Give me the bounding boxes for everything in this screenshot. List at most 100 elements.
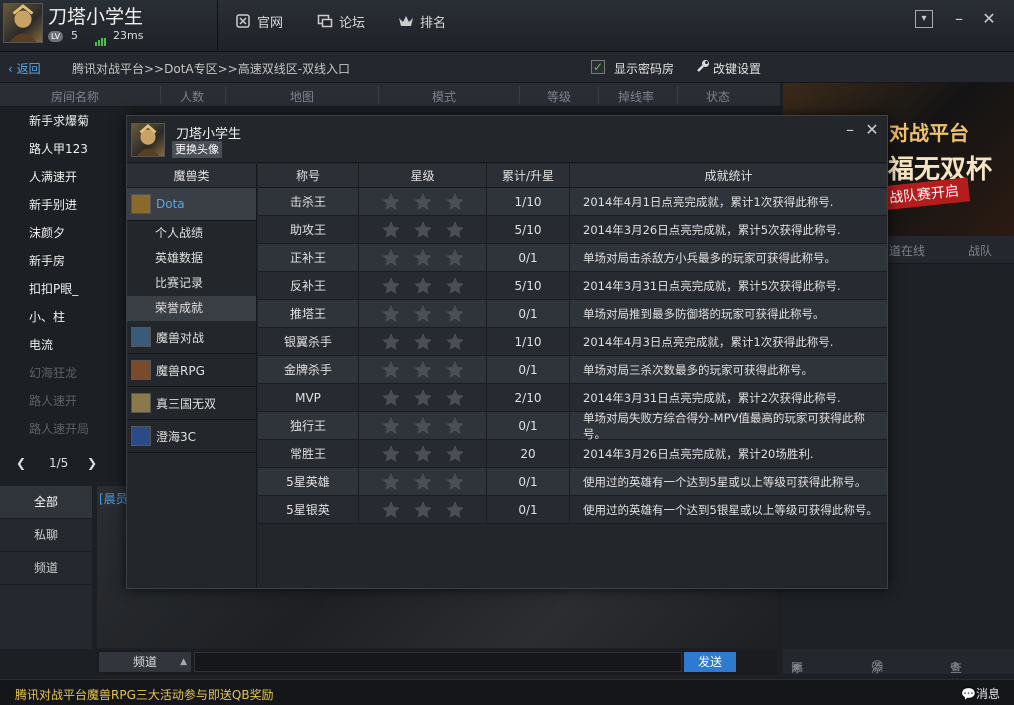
column-header-status[interactable]: 状态 [706, 88, 730, 105]
honor-title: 反补王 [258, 272, 359, 299]
honor-description: 2014年3月26日点亮完成就，累计20场胜利. [583, 446, 814, 461]
category-title: 魔兽类 [127, 164, 256, 188]
column-header-mode[interactable]: 模式 [432, 88, 456, 105]
star-icon [445, 193, 464, 211]
table-row[interactable]: 金牌杀手 0/1 单场对局三杀次数最多的玩家可获得此称号。 [258, 356, 887, 384]
chat-bubble-icon: 💬 [961, 687, 976, 701]
honor-description: 2014年4月3日点亮完成就，累计1次获得此称号. [583, 334, 834, 349]
dialog-minimize-button[interactable]: – [842, 120, 858, 139]
user-avatar[interactable] [3, 3, 43, 43]
table-row[interactable]: 击杀王 1/10 2014年4月1日点亮完成就，累计1次获得此称号. [258, 188, 887, 216]
dropdown-menu-button[interactable]: ▾ [915, 10, 933, 28]
honor-title: 推塔王 [258, 300, 359, 327]
star-icon [413, 389, 432, 407]
column-header-map[interactable]: 地图 [290, 88, 314, 105]
nav-official-site[interactable]: 官网 [235, 10, 283, 32]
star-icon [381, 333, 400, 351]
column-header-stars: 星级 [359, 164, 487, 187]
game-label: 魔兽RPG [156, 363, 205, 378]
nav-forum[interactable]: 论坛 [317, 10, 365, 32]
prev-page-button[interactable]: ❮ [16, 456, 26, 470]
honor-description: 单场对局失败方综合得分-MPV值最高的玩家可获得此称号。 [583, 410, 865, 441]
room-list-item[interactable]: 沫颜夕 [0, 219, 126, 247]
star-icon [381, 389, 400, 407]
honor-stars [359, 440, 487, 467]
tab-team[interactable]: 战队 [968, 242, 992, 259]
chat-tab-all[interactable]: 全部 [0, 486, 92, 519]
room-list-item[interactable]: 人满速开 [0, 163, 126, 191]
table-row[interactable]: 银翼杀手 1/10 2014年4月3日点亮完成就，累计1次获得此称号. [258, 328, 887, 356]
table-row[interactable]: 助攻王 5/10 2014年3月26日点亮完成就，累计5次获得此称号. [258, 216, 887, 244]
submenu-item[interactable]: 英雄数据 [127, 246, 256, 271]
game-item[interactable]: 真三国无双 [127, 387, 256, 420]
show-password-rooms-label[interactable]: 显示密码房 [614, 60, 674, 77]
room-list-item[interactable]: 新手房 [0, 247, 126, 275]
table-row[interactable]: 5星英雄 0/1 使用过的英雄有一个达到5星或以上等级可获得此称号。 [258, 468, 887, 496]
dialog-close-button[interactable]: ✕ [864, 120, 880, 139]
star-icon [445, 389, 464, 407]
room-list-item[interactable]: 路人甲123 [0, 135, 126, 163]
column-header-drop-rate[interactable]: 掉线率 [618, 88, 654, 105]
star-icon [413, 445, 432, 463]
table-row[interactable]: 独行王 0/1 单场对局失败方综合得分-MPV值最高的玩家可获得此称号。 [258, 410, 887, 441]
column-header-level[interactable]: 等级 [547, 88, 571, 105]
honor-stars [359, 412, 487, 439]
submenu-item[interactable]: 荣誉成就 [127, 296, 256, 321]
game-item[interactable]: 魔兽对战 [127, 321, 256, 354]
column-header-players[interactable]: 人数 [180, 88, 204, 105]
star-icon [445, 333, 464, 351]
room-list-item[interactable]: 新手求爆菊 [0, 107, 126, 135]
chat-tab-channel[interactable]: 频道 [0, 552, 92, 585]
room-list-item[interactable]: 小、柱 [0, 303, 126, 331]
room-list-item[interactable]: 路人速开局 [0, 415, 126, 443]
tab-online[interactable]: 道在线 [889, 242, 925, 259]
table-row[interactable]: 常胜王 20 2014年3月26日点亮完成就，累计20场胜利. [258, 440, 887, 468]
table-row[interactable]: 5星银英 0/1 使用过的英雄有一个达到5银星或以上等级可获得此称号。 [258, 496, 887, 524]
chat-message-link[interactable]: [晨员 [99, 490, 128, 507]
change-avatar-button[interactable]: 更换头像 [172, 141, 222, 158]
table-row[interactable]: 正补王 0/1 单场对局击杀敌方小兵最多的玩家可获得此称号。 [258, 244, 887, 272]
nav-ranking-label: 排名 [420, 15, 447, 31]
column-header-room-name[interactable]: 房间名称 [51, 88, 99, 105]
star-icon [413, 417, 432, 435]
close-button[interactable]: ✕ [980, 10, 998, 28]
game-item[interactable]: Dota [127, 188, 256, 221]
game-icon [131, 393, 151, 413]
honor-description: 2014年3月31日点亮完成就，累计2次获得此称号. [583, 390, 841, 405]
channel-select[interactable]: 频道 ▲ [99, 652, 191, 672]
game-icon [131, 360, 151, 380]
room-list-item[interactable]: 新手别进 [0, 191, 126, 219]
game-item[interactable]: 魔兽RPG [127, 354, 256, 387]
show-password-rooms-checkbox[interactable]: ✓ [591, 60, 605, 74]
honor-progress: 0/1 [487, 356, 570, 383]
nav-ranking[interactable]: 排名 [398, 10, 446, 32]
room-list-item[interactable]: 路人速开 [0, 387, 126, 415]
game-item[interactable]: 澄海3C [127, 420, 256, 453]
star-icon [413, 221, 432, 239]
send-button[interactable]: 发送 [684, 652, 736, 672]
submenu-item[interactable]: 个人战绩 [127, 221, 256, 246]
table-row[interactable]: 推塔王 0/1 单场对局推到最多防御塔的玩家可获得此称号。 [258, 300, 887, 328]
submenu-item[interactable]: 比赛记录 [127, 271, 256, 296]
change-key-settings-button[interactable]: 改键设置 [713, 60, 761, 77]
back-link[interactable]: ‹ 返回 [8, 60, 41, 77]
banner-line1: 对战平台 [889, 121, 969, 145]
table-row[interactable]: MVP 2/10 2014年3月31日点亮完成就，累计2次获得此称号. [258, 384, 887, 412]
divider [217, 0, 218, 52]
promo-status-link[interactable]: 腾讯对战平台魔兽RPG三大活动参与即送QB奖励 [15, 686, 274, 703]
messages-button[interactable]: 💬消息 [961, 685, 1000, 702]
honor-progress: 0/1 [487, 496, 570, 523]
dialog-username: 刀塔小学生 [176, 127, 242, 142]
table-row[interactable]: 反补王 5/10 2014年3月31日点亮完成就，累计5次获得此称号. [258, 272, 887, 300]
minimize-button[interactable]: – [950, 10, 968, 28]
honor-stars [359, 244, 487, 271]
honor-description: 使用过的英雄有一个达到5银星或以上等级可获得此称号。 [583, 502, 878, 517]
chat-tab-private[interactable]: 私聊 [0, 519, 92, 552]
next-page-button[interactable]: ❯ [87, 456, 97, 470]
room-list-item[interactable]: 扣扣P眼_ [0, 275, 126, 303]
honor-stars [359, 328, 487, 355]
room-list-item[interactable]: 电流 [0, 331, 126, 359]
honor-title: 正补王 [258, 244, 359, 271]
room-list-item[interactable]: 幻海狂龙 [0, 359, 126, 387]
chat-input[interactable] [194, 652, 682, 672]
